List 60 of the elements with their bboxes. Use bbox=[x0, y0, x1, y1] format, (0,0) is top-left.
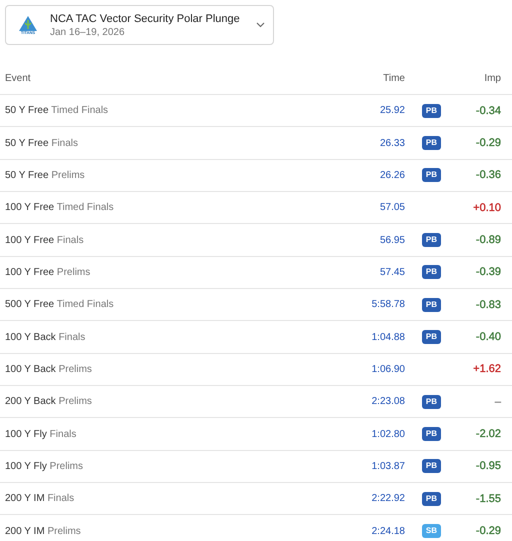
event-cell-text: 100 Y Free Prelims bbox=[5, 266, 92, 278]
column-header: Event bbox=[5, 73, 32, 84]
event-cell-text: 500 Y Free Timed Finals bbox=[5, 299, 115, 310]
chevron-down-icon bbox=[256, 22, 265, 28]
improvement-cell: -2.02 bbox=[476, 428, 501, 440]
record-badge: PB bbox=[422, 427, 441, 442]
record-badge: PB bbox=[422, 394, 441, 409]
column-header: Time bbox=[382, 73, 405, 84]
time-cell-text: 57.45 bbox=[378, 266, 405, 278]
time-cell-text: 2:22.92 bbox=[370, 493, 405, 504]
time-cell-text: 57.05 bbox=[378, 202, 405, 214]
record-badge: PB bbox=[422, 330, 441, 344]
time-cell-text: 2:23.08 bbox=[370, 396, 405, 408]
event-cell-text: 100 Y Free Finals bbox=[5, 234, 85, 246]
time-cell-text: 26.26 bbox=[378, 170, 405, 181]
meet-title: NCA TAC Vector Security Polar Plunge bbox=[50, 12, 241, 24]
event-cell-text: 100 Y Fly Prelims bbox=[5, 460, 84, 472]
time-cell-text: 25.92 bbox=[378, 105, 405, 116]
time-cell-text: 5:58.78 bbox=[370, 299, 405, 310]
improvement-cell: +1.62 bbox=[473, 363, 501, 376]
event-cell-text: 50 Y Free Prelims bbox=[5, 170, 86, 181]
record-badge: PB bbox=[422, 492, 441, 506]
improvement-cell: -1.55 bbox=[476, 492, 501, 505]
time-cell-text: 56.95 bbox=[378, 234, 405, 246]
event-cell-text: 100 Y Fly Finals bbox=[5, 428, 78, 440]
time-cell-text: 1:02.80 bbox=[370, 428, 405, 440]
improvement-cell: -0.34 bbox=[476, 104, 501, 117]
improvement-cell: -0.29 bbox=[476, 137, 501, 150]
event-cell-text: 100 Y Free Timed Finals bbox=[5, 202, 115, 214]
record-badge: PB bbox=[422, 168, 441, 182]
time-cell-text: 1:06.90 bbox=[370, 364, 405, 375]
record-badge: PB bbox=[422, 265, 441, 280]
time-cell-text: 1:03.87 bbox=[370, 460, 405, 472]
improvement-cell: -0.83 bbox=[476, 298, 501, 311]
meet-dates: Jan 16–19, 2026 bbox=[50, 26, 126, 38]
time-cell-text: 26.33 bbox=[378, 138, 405, 149]
record-badge: PB bbox=[422, 233, 441, 248]
event-cell-text: 200 Y IM Prelims bbox=[5, 526, 82, 537]
event-cell-text: 50 Y Free Timed Finals bbox=[5, 105, 110, 116]
record-badge: PB bbox=[422, 298, 441, 312]
time-cell-text: 1:04.88 bbox=[370, 332, 405, 343]
improvement-cell: -0.89 bbox=[476, 234, 501, 246]
improvement-cell: -0.29 bbox=[476, 525, 501, 538]
improvement-cell: -0.36 bbox=[476, 169, 501, 182]
event-cell-text: 100 Y Back Finals bbox=[5, 332, 86, 343]
column-header: Imp bbox=[483, 73, 501, 84]
improvement-cell: -0.40 bbox=[476, 331, 501, 344]
record-badge: PB bbox=[422, 459, 441, 474]
improvement-cell: -0.95 bbox=[476, 460, 501, 472]
improvement-cell: +0.10 bbox=[473, 202, 501, 214]
record-badge: PB bbox=[422, 136, 441, 150]
event-cell-text: 100 Y Back Prelims bbox=[5, 364, 93, 375]
event-cell-text: 200 Y IM Finals bbox=[5, 493, 76, 504]
time-cell-text: 2:24.18 bbox=[370, 526, 405, 537]
record-badge: PB bbox=[422, 104, 441, 118]
event-cell-text: 50 Y Free Finals bbox=[5, 138, 80, 149]
improvement-cell: – bbox=[494, 396, 501, 408]
record-badge: SB bbox=[422, 524, 441, 538]
event-cell-text: 200 Y Back Prelims bbox=[5, 396, 93, 408]
improvement-cell: -0.39 bbox=[476, 266, 501, 278]
